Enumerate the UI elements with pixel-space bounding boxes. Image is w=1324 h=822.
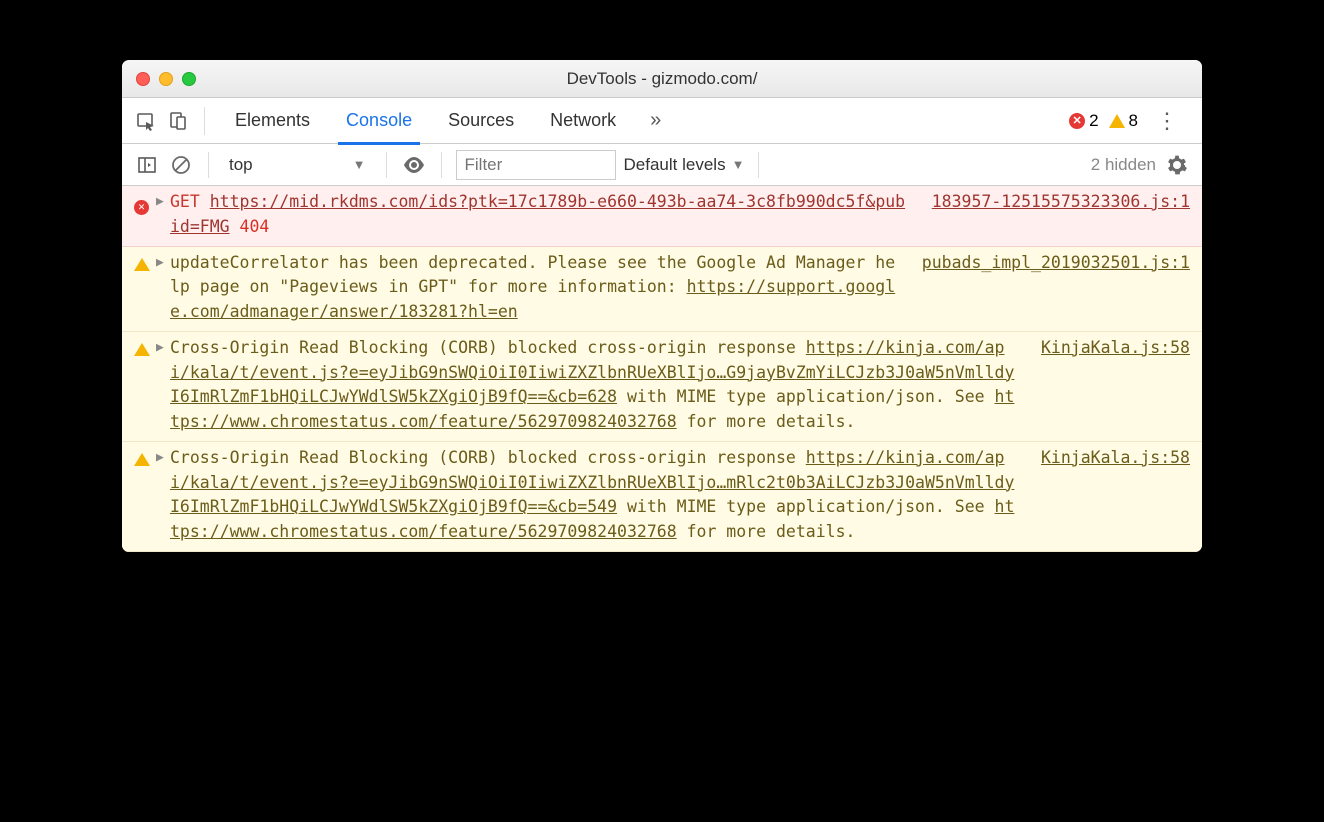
traffic-lights <box>122 72 196 86</box>
warning-count-value: 8 <box>1129 111 1138 131</box>
expand-arrow-icon[interactable]: ▶ <box>156 446 170 545</box>
console-message-warning: ▶ Cross-Origin Read Blocking (CORB) bloc… <box>122 332 1202 442</box>
console-message-warning: ▶ updateCorrelator has been deprecated. … <box>122 247 1202 332</box>
separator <box>758 152 759 178</box>
clear-console-icon[interactable] <box>168 152 194 178</box>
log-levels-selector[interactable]: Default levels ▼ <box>624 155 745 175</box>
error-count-value: 2 <box>1089 111 1098 131</box>
panel-tabs: Elements Console Sources Network <box>217 98 634 144</box>
more-tabs-button[interactable]: » <box>638 109 673 132</box>
devtools-window: DevTools - gizmodo.com/ Elements Console… <box>122 60 1202 552</box>
message-text: with MIME type application/json. See <box>617 497 995 516</box>
warning-icon <box>134 251 156 325</box>
more-options-button[interactable]: ⋮ <box>1142 108 1192 134</box>
console-message-warning: ▶ Cross-Origin Read Blocking (CORB) bloc… <box>122 442 1202 552</box>
live-expression-icon[interactable] <box>401 152 427 178</box>
request-url[interactable]: https://mid.rkdms.com/ids?ptk=17c1789b-e… <box>170 192 905 236</box>
tabbar: Elements Console Sources Network » ✕ 2 8… <box>122 98 1202 144</box>
error-icon: ✕ <box>1069 113 1085 129</box>
console-messages: ✕ ▶ GET https://mid.rkdms.com/ids?ptk=17… <box>122 186 1202 552</box>
issue-counts: ✕ 2 8 <box>1069 111 1138 131</box>
minimize-window-button[interactable] <box>159 72 173 86</box>
warning-icon <box>134 336 156 435</box>
close-window-button[interactable] <box>136 72 150 86</box>
warning-icon <box>134 446 156 545</box>
warning-count[interactable]: 8 <box>1109 111 1138 131</box>
expand-arrow-icon[interactable]: ▶ <box>156 190 170 240</box>
context-selector[interactable]: top ▼ <box>223 153 372 177</box>
tab-network[interactable]: Network <box>532 98 634 144</box>
message-body: GET https://mid.rkdms.com/ids?ptk=17c178… <box>170 190 918 240</box>
console-settings-icon[interactable] <box>1164 152 1190 178</box>
tab-label: Network <box>550 110 616 131</box>
console-toolbar: top ▼ Default levels ▼ 2 hidden <box>122 144 1202 186</box>
separator <box>386 152 387 178</box>
message-source-link[interactable]: KinjaKala.js:58 <box>1027 336 1190 435</box>
filter-input[interactable] <box>456 150 616 180</box>
tab-label: Console <box>346 110 412 131</box>
device-toolbar-icon[interactable] <box>164 107 192 135</box>
context-label: top <box>229 155 253 175</box>
tab-label: Elements <box>235 110 310 131</box>
tab-elements[interactable]: Elements <box>217 98 328 144</box>
inspect-element-icon[interactable] <box>132 107 160 135</box>
message-text: Cross-Origin Read Blocking (CORB) blocke… <box>170 338 806 357</box>
message-source-link[interactable]: pubads_impl_2019032501.js:1 <box>908 251 1190 325</box>
message-body: Cross-Origin Read Blocking (CORB) blocke… <box>170 336 1027 435</box>
console-message-error: ✕ ▶ GET https://mid.rkdms.com/ids?ptk=17… <box>122 186 1202 247</box>
chevron-down-icon: ▼ <box>732 157 745 172</box>
tab-sources[interactable]: Sources <box>430 98 532 144</box>
separator <box>441 152 442 178</box>
separator <box>208 152 209 178</box>
message-text: for more details. <box>677 522 856 541</box>
tab-console[interactable]: Console <box>328 98 430 144</box>
chevron-down-icon: ▼ <box>353 157 366 172</box>
message-source-link[interactable]: 183957-12515575323306.js:1 <box>918 190 1190 240</box>
zoom-window-button[interactable] <box>182 72 196 86</box>
toggle-console-sidebar-icon[interactable] <box>134 152 160 178</box>
separator <box>204 107 205 135</box>
message-text: with MIME type application/json. See <box>617 387 995 406</box>
tab-label: Sources <box>448 110 514 131</box>
http-status: 404 <box>240 217 270 236</box>
message-text: Cross-Origin Read Blocking (CORB) blocke… <box>170 448 806 467</box>
error-icon: ✕ <box>134 190 156 240</box>
error-count[interactable]: ✕ 2 <box>1069 111 1098 131</box>
message-text: for more details. <box>677 412 856 431</box>
expand-arrow-icon[interactable]: ▶ <box>156 336 170 435</box>
message-body: Cross-Origin Read Blocking (CORB) blocke… <box>170 446 1027 545</box>
titlebar: DevTools - gizmodo.com/ <box>122 60 1202 98</box>
message-source-link[interactable]: KinjaKala.js:58 <box>1027 446 1190 545</box>
hidden-messages-count[interactable]: 2 hidden <box>1091 155 1156 175</box>
message-body: updateCorrelator has been deprecated. Pl… <box>170 251 908 325</box>
levels-label: Default levels <box>624 155 726 175</box>
warning-icon <box>1109 114 1125 128</box>
window-title: DevTools - gizmodo.com/ <box>122 69 1202 89</box>
expand-arrow-icon[interactable]: ▶ <box>156 251 170 325</box>
http-method: GET <box>170 192 200 211</box>
